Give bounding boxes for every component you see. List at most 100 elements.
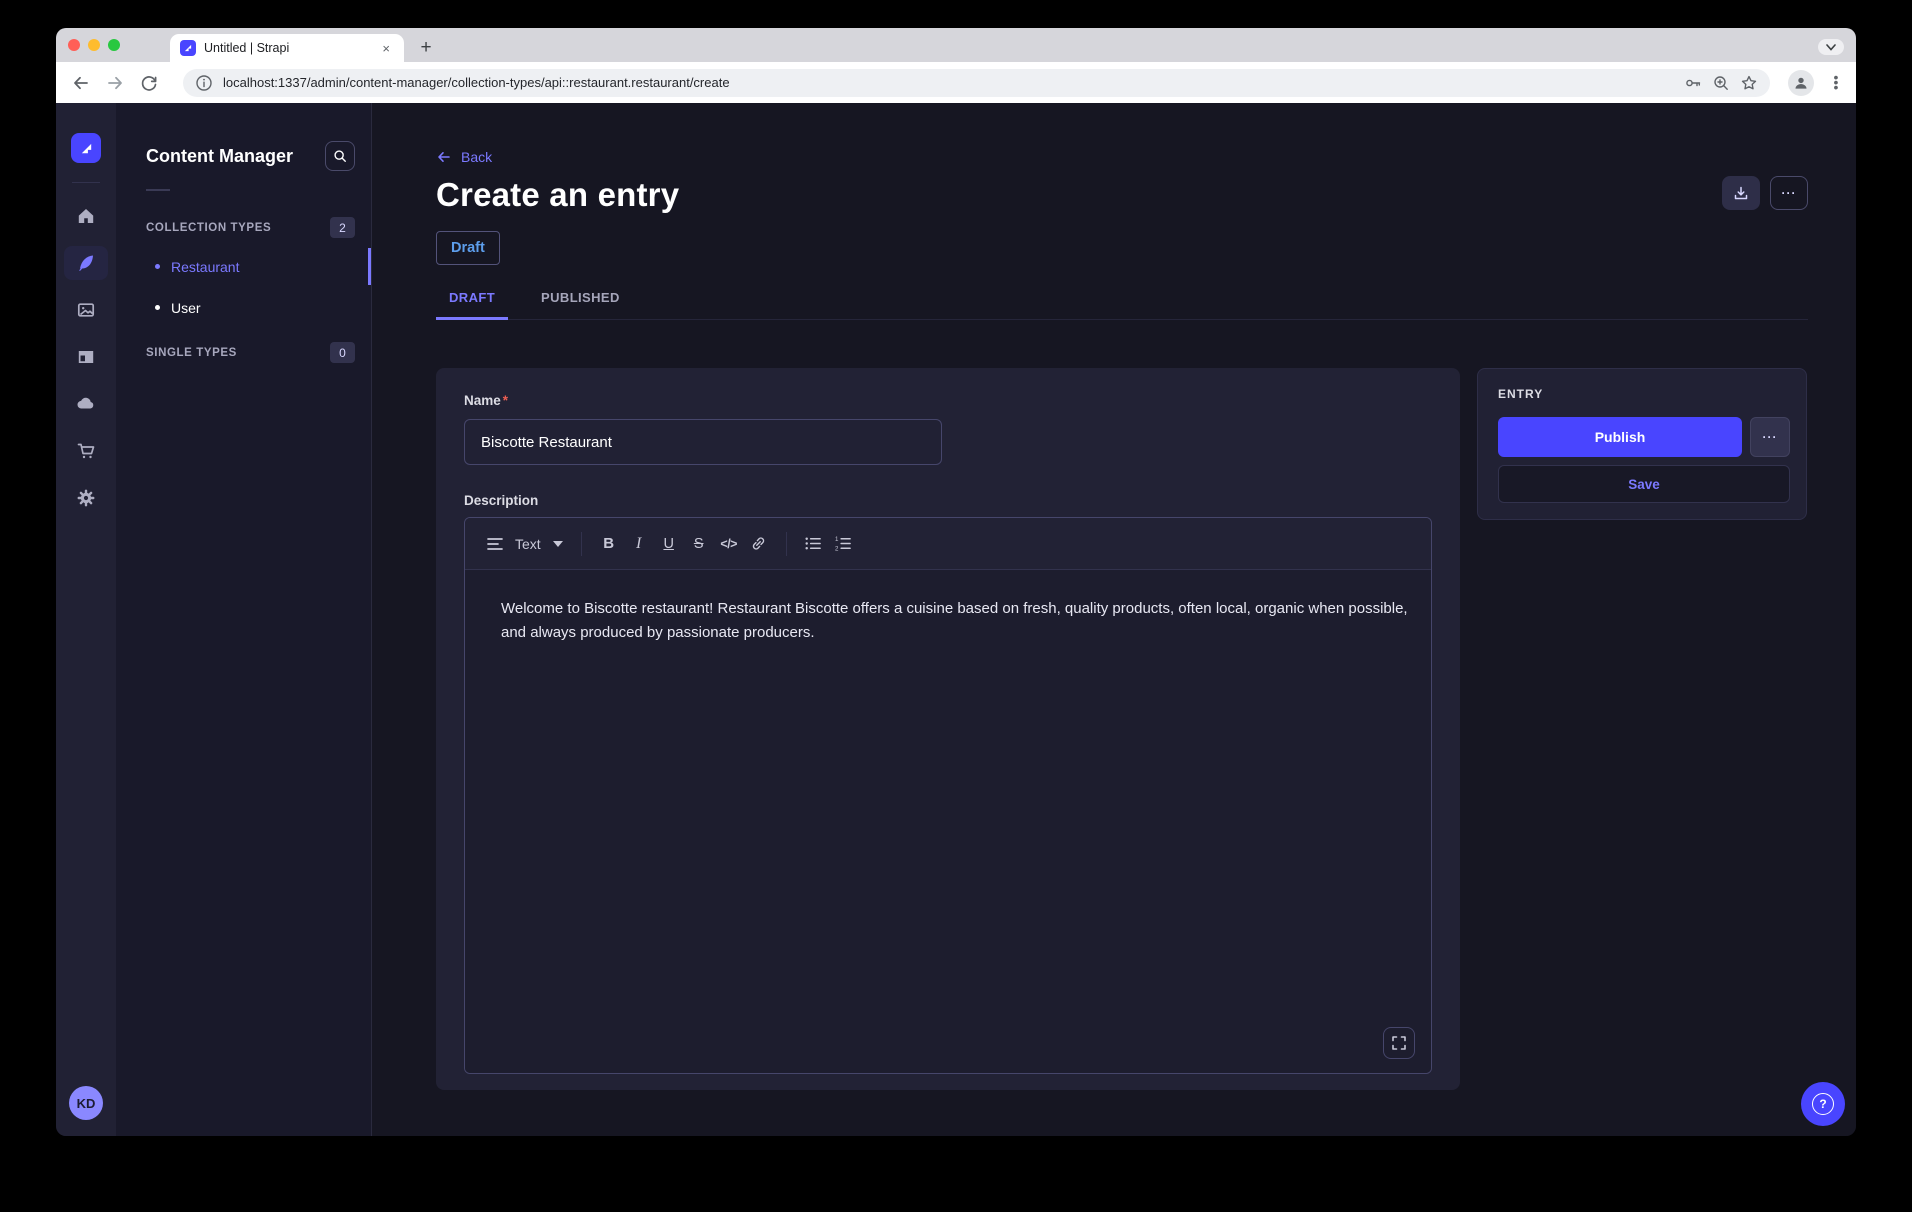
password-key-icon[interactable] (1684, 74, 1702, 92)
new-tab-button[interactable]: + (412, 34, 440, 62)
import-export-button[interactable] (1722, 176, 1760, 210)
save-button[interactable]: Save (1498, 465, 1790, 503)
sidebar-item-restaurant[interactable]: Restaurant (146, 246, 355, 287)
toolbar-divider (581, 532, 582, 556)
back-link[interactable]: Back (436, 149, 1808, 165)
help-button[interactable]: ? (1801, 1082, 1845, 1126)
align-left-icon (487, 537, 503, 551)
content-manager-subnav: Content Manager COLLECTION TYPES 2 Resta… (116, 103, 372, 1136)
tab-title: Untitled | Strapi (204, 41, 370, 55)
download-icon (1733, 185, 1749, 201)
single-types-count-badge: 0 (330, 342, 355, 363)
entry-more-button[interactable]: ··· (1750, 417, 1790, 457)
collection-types-count-badge: 2 (330, 217, 355, 238)
subnav-divider (146, 189, 170, 191)
numbered-list-button[interactable]: 12 (829, 529, 859, 559)
version-tabs: DRAFT PUBLISHED (436, 290, 1808, 320)
page-title: Create an entry (436, 176, 679, 214)
forward-nav-icon[interactable] (105, 73, 125, 93)
main-content: Back Create an entry ··· Draft DRAFT PUB… (372, 103, 1856, 1136)
toolbar-divider (786, 532, 787, 556)
content-manager-feather-icon[interactable] (64, 246, 108, 280)
close-window-button[interactable] (68, 39, 80, 51)
question-mark-icon: ? (1812, 1093, 1834, 1115)
bulleted-list-button[interactable] (799, 529, 829, 559)
strapi-app: KD Content Manager COLLECTION TYPES 2 Re… (56, 103, 1856, 1136)
bullet-icon (155, 264, 160, 269)
code-button[interactable]: </> (714, 529, 744, 559)
text-style-dropdown[interactable]: Text (481, 536, 569, 552)
description-field-label: Description (464, 493, 1432, 508)
zoom-icon[interactable] (1712, 74, 1730, 92)
bullet-icon (155, 305, 160, 310)
url-text[interactable]: localhost:1337/admin/content-manager/col… (223, 75, 1674, 90)
maximize-window-button[interactable] (108, 39, 120, 51)
rich-text-editor: Text B I U S </> (464, 517, 1432, 1074)
collection-types-label: COLLECTION TYPES (146, 222, 271, 234)
chevron-down-icon (553, 541, 563, 547)
bold-button[interactable]: B (594, 529, 624, 559)
strapi-favicon-icon (180, 40, 196, 56)
description-text: Welcome to Biscotte restaurant! Restaura… (501, 597, 1411, 645)
browser-tab[interactable]: Untitled | Strapi × (170, 34, 404, 62)
cloud-icon[interactable] (64, 387, 108, 421)
rail-divider (72, 182, 100, 183)
content-type-builder-icon[interactable] (64, 340, 108, 374)
url-bar[interactable]: localhost:1337/admin/content-manager/col… (183, 69, 1770, 97)
ellipsis-icon: ··· (1763, 430, 1778, 444)
strapi-logo[interactable] (71, 133, 101, 163)
sidebar-item-label: User (171, 300, 201, 316)
sidebar-item-label: Restaurant (171, 259, 239, 275)
required-asterisk: * (503, 393, 508, 408)
fullscreen-icon (1392, 1036, 1406, 1050)
editor-content[interactable]: Welcome to Biscotte restaurant! Restaura… (465, 570, 1431, 1073)
marketplace-cart-icon[interactable] (64, 434, 108, 468)
single-types-label: SINGLE TYPES (146, 347, 237, 359)
publish-button[interactable]: Publish (1498, 417, 1742, 457)
media-library-icon[interactable] (64, 293, 108, 327)
home-icon[interactable] (64, 199, 108, 233)
reload-icon[interactable] (139, 73, 159, 93)
name-field-label: Name* (464, 393, 508, 408)
tab-close-icon[interactable]: × (378, 40, 394, 57)
user-avatar[interactable]: KD (69, 1086, 103, 1120)
window-controls (56, 28, 134, 62)
subnav-title: Content Manager (146, 146, 293, 167)
svg-text:2: 2 (835, 545, 839, 551)
browser-window: Untitled | Strapi × + localhost:1337/adm… (56, 28, 1856, 1136)
numbered-list-icon: 12 (835, 536, 852, 551)
browser-tabstrip: Untitled | Strapi × + (56, 28, 1856, 62)
more-actions-button[interactable]: ··· (1770, 176, 1808, 210)
site-info-icon[interactable] (195, 74, 213, 92)
bookmark-star-icon[interactable] (1740, 74, 1758, 92)
underline-button[interactable]: U (654, 529, 684, 559)
ellipsis-icon: ··· (1782, 186, 1797, 200)
settings-gear-icon[interactable] (64, 481, 108, 515)
minimize-window-button[interactable] (88, 39, 100, 51)
main-nav-rail: KD (56, 103, 116, 1136)
sidebar-item-user[interactable]: User (146, 287, 355, 328)
italic-button[interactable]: I (624, 529, 654, 559)
tab-draft[interactable]: DRAFT (436, 290, 508, 319)
bulleted-list-icon (805, 536, 822, 551)
expand-editor-button[interactable] (1383, 1027, 1415, 1059)
search-button[interactable] (325, 141, 355, 171)
browser-menu-icon[interactable]: ••• (1828, 75, 1844, 90)
name-input[interactable] (464, 419, 942, 465)
tab-search-button[interactable] (1818, 39, 1844, 55)
strikethrough-button[interactable]: S (684, 529, 714, 559)
link-icon (750, 535, 767, 552)
browser-toolbar: localhost:1337/admin/content-manager/col… (56, 62, 1856, 103)
back-label: Back (461, 149, 492, 165)
entry-form-card: Name* Description Text B (436, 368, 1460, 1090)
arrow-left-icon (436, 149, 452, 165)
link-button[interactable] (744, 529, 774, 559)
back-nav-icon[interactable] (71, 73, 91, 93)
svg-text:1: 1 (835, 536, 839, 543)
text-style-label: Text (515, 536, 541, 552)
status-badge: Draft (436, 231, 500, 265)
browser-profile-icon[interactable] (1788, 70, 1814, 96)
tab-published[interactable]: PUBLISHED (528, 290, 633, 319)
entry-panel: ENTRY Publish ··· Save (1477, 368, 1807, 520)
entry-panel-title: ENTRY (1498, 387, 1790, 401)
